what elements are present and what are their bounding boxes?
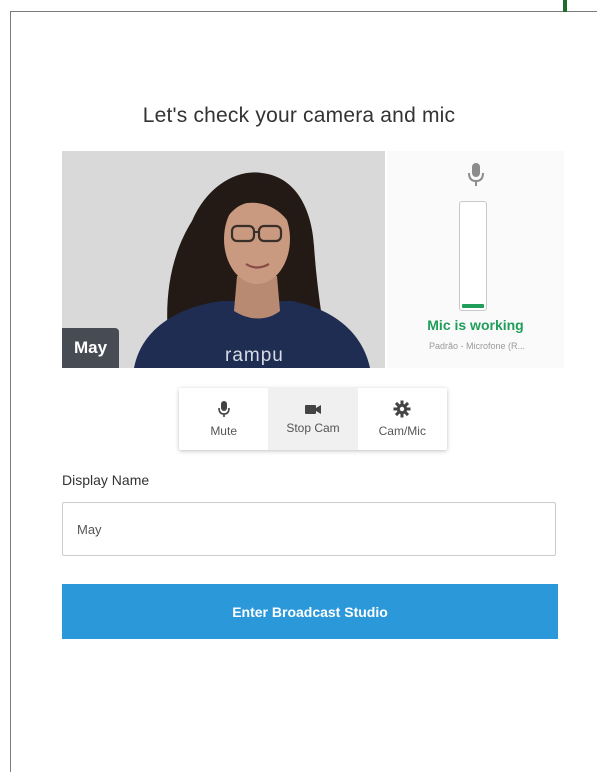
mic-status: Mic is working [427,317,524,333]
stop-cam-button[interactable]: Stop Cam [268,388,358,450]
mic-level-fill [462,304,484,308]
display-name-label: Display Name [62,472,150,488]
media-controls: Mute Stop Cam Cam/Mic [179,388,447,450]
mic-check-panel: Mic is working Padrão - Microfone (R... [387,151,564,368]
mic-device-name: Padrão - Microfone (R... [428,341,526,351]
participant-name-tag: May [62,328,120,368]
mute-button[interactable]: Mute [179,388,268,450]
shirt-text: rampu [225,345,284,366]
enter-broadcast-studio-button[interactable]: Enter Broadcast Studio [62,584,558,639]
video-camera-icon [304,405,321,414]
microphone-icon [468,163,484,186]
cam-mic-settings-button[interactable]: Cam/Mic [358,388,447,450]
gear-icon [393,400,411,418]
microphone-icon [217,401,230,417]
mute-button-label: Mute [210,424,237,438]
display-name-input[interactable] [62,502,556,556]
camera-preview: May rampu [62,151,385,368]
mic-level-meter [459,201,487,311]
stop-cam-button-label: Stop Cam [286,421,340,435]
page-title: Let's check your camera and mic [142,104,456,127]
cam-mic-button-label: Cam/Mic [378,424,426,438]
corner-accent [563,0,567,12]
